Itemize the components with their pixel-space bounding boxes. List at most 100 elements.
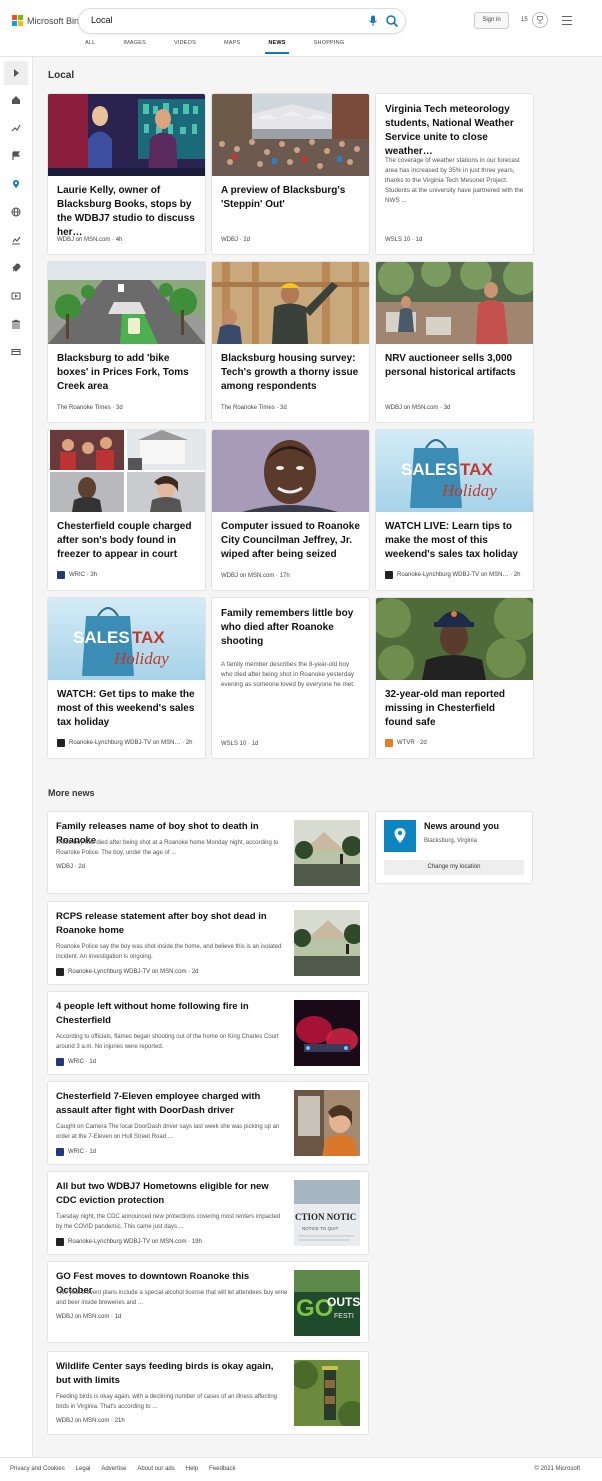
rewards-count[interactable]: 15 (521, 17, 528, 23)
news-card[interactable]: Blacksburg to add 'bike boxes' in Prices… (48, 262, 205, 422)
logo-text: Microsoft Bing (27, 15, 85, 26)
globe-icon[interactable] (11, 207, 21, 217)
news-card-title[interactable]: Family remembers little boy who died aft… (221, 607, 361, 649)
business-chart-icon[interactable] (11, 235, 21, 245)
news-image (48, 94, 205, 176)
more-news-snippet: Feeding birds is okay again, with a decl… (56, 1394, 278, 1410)
wdbj-logo-icon (385, 571, 393, 579)
rocket-icon[interactable] (11, 263, 21, 273)
news-image (212, 430, 369, 512)
tab-news[interactable]: NEWS (265, 40, 290, 54)
news-card[interactable]: Blacksburg housing survey: Tech's growth… (212, 262, 369, 422)
news-card-title[interactable]: NRV auctioneer sells 3,000 personal hist… (385, 352, 525, 380)
news-card[interactable]: Family remembers little boy who died aft… (212, 598, 369, 758)
news-image: SALES TAX Holiday (376, 430, 533, 512)
more-news-item[interactable]: All but two WDBJ7 Hometowns eligible for… (48, 1172, 368, 1254)
change-location-button[interactable]: Change my location (384, 860, 524, 875)
news-card-title[interactable]: Blacksburg to add 'bike boxes' in Prices… (57, 352, 197, 394)
svg-text:OUTS: OUTS (327, 1295, 360, 1309)
news-card[interactable]: Virginia Tech meteorology students, Nati… (376, 94, 533, 254)
more-news-source: WRIC · 1d (56, 1148, 96, 1156)
more-news-item[interactable]: Chesterfield 7-Eleven employee charged w… (48, 1082, 368, 1164)
footer-link-feedback[interactable]: Feedback (209, 1466, 235, 1472)
news-card[interactable]: A preview of Blacksburg's 'Steppin' Out'… (212, 94, 369, 254)
footer-link-legal[interactable]: Legal (76, 1466, 91, 1472)
more-news-thumbnail: CTION NOTIC NOTICE TO QUIT (294, 1180, 360, 1246)
news-card-source: WRIC · 3h (57, 571, 97, 579)
more-news-source: Roanoke-Lynchburg WDBJ-TV on MSN.com · 2… (56, 968, 199, 976)
news-card-title[interactable]: A preview of Blacksburg's 'Steppin' Out' (221, 184, 361, 212)
news-image (212, 262, 369, 344)
news-card[interactable]: SALES TAX Holiday WATCH: Get tips to mak… (48, 598, 205, 758)
more-news-item[interactable]: Wildlife Center says feeding birds is ok… (48, 1352, 368, 1434)
news-card-title[interactable]: Chesterfield couple charged after son's … (57, 520, 197, 562)
more-news-item[interactable]: Family releases name of boy shot to deat… (48, 812, 368, 893)
footer-link-help[interactable]: Help (186, 1466, 198, 1472)
more-news-snippet: According to officials, flames began sho… (56, 1034, 279, 1050)
news-card[interactable]: Laurie Kelly, owner of Blacksburg Books,… (48, 94, 205, 254)
more-news-snippet: Caught on Camera The local DoorDash driv… (56, 1124, 280, 1140)
search-box[interactable]: Local (79, 9, 405, 33)
svg-text:TAX: TAX (460, 460, 493, 479)
wtvr-logo-icon (385, 739, 393, 747)
more-news-title[interactable]: Wildlife Center says feeding birds is ok… (56, 1360, 288, 1388)
top-bar: Microsoft Bing Local Sign in 15 ALL IMAG… (0, 0, 602, 57)
flag-icon[interactable] (11, 151, 21, 161)
news-card-title[interactable]: Computer issued to Roanoke City Councilm… (221, 520, 361, 562)
more-news-title[interactable]: All but two WDBJ7 Hometowns eligible for… (56, 1180, 288, 1208)
more-news-title[interactable]: 4 people left without home following fir… (56, 1000, 288, 1028)
bing-logo[interactable]: Microsoft Bing (12, 15, 84, 26)
menu-icon[interactable] (562, 16, 572, 25)
footer-link-privacy[interactable]: Privacy and Cookies (10, 1466, 65, 1472)
news-card[interactable]: SALES TAX Holiday WATCH LIVE: Learn tips… (376, 430, 533, 590)
tab-images[interactable]: IMAGES (123, 40, 146, 46)
news-card[interactable]: Chesterfield couple charged after son's … (48, 430, 205, 590)
news-card-title[interactable]: Blacksburg housing survey: Tech's growth… (221, 352, 361, 394)
news-card-title[interactable]: 32-year-old man reported missing in Ches… (385, 688, 525, 730)
more-news-source: WDBJ · 2d (56, 864, 86, 870)
news-card-title[interactable]: Virginia Tech meteorology students, Nati… (385, 103, 525, 159)
search-icon[interactable] (385, 14, 399, 28)
tab-maps[interactable]: MAPS (224, 40, 240, 46)
microphone-icon[interactable] (366, 14, 380, 28)
news-card-source: Roanoke-Lynchburg WDBJ-TV on MSN… · 2h (57, 739, 193, 747)
politics-building-icon[interactable] (11, 319, 21, 329)
entertainment-icon[interactable] (11, 291, 21, 301)
tab-shopping[interactable]: SHOPPING (314, 40, 345, 46)
news-card-source: The Roanoke Times · 3d (221, 405, 287, 411)
sidebar-expand-button[interactable] (4, 61, 28, 85)
tab-all[interactable]: ALL (85, 40, 95, 46)
tab-videos[interactable]: VIDEOS (174, 40, 196, 46)
footer-link-about-ads[interactable]: About our ads (137, 1466, 174, 1472)
more-news-thumbnail (294, 1000, 360, 1066)
more-news-title[interactable]: Chesterfield 7-Eleven employee charged w… (56, 1090, 288, 1118)
news-image (48, 262, 205, 344)
money-card-icon[interactable] (11, 347, 21, 357)
news-card-source: WSLS 10 · 1d (221, 741, 259, 747)
more-news-item[interactable]: 4 people left without home following fir… (48, 992, 368, 1074)
news-card-snippet: A family member describes the 8-year-old… (221, 661, 355, 688)
news-card-title[interactable]: WATCH: Get tips to make the most of this… (57, 688, 197, 730)
scope-tabs: ALL IMAGES VIDEOS MAPS NEWS SHOPPING (85, 40, 372, 54)
more-news-item[interactable]: RCPS release statement after boy shot de… (48, 902, 368, 984)
more-news-title[interactable]: RCPS release statement after boy shot de… (56, 910, 288, 938)
microsoft-logo-icon (12, 15, 23, 26)
more-news-source: WDBJ on MSN.com · 1d (56, 1314, 122, 1320)
location-pin-icon[interactable] (11, 179, 21, 189)
more-news-item[interactable]: GO Fest moves to downtown Roanoke this O… (48, 1262, 368, 1342)
news-card-title[interactable]: WATCH LIVE: Learn tips to make the most … (385, 520, 525, 562)
news-card[interactable]: 32-year-old man reported missing in Ches… (376, 598, 533, 758)
search-input[interactable]: Local (91, 15, 113, 25)
more-news-snippet: Tuesday night, the CDC announced new pro… (56, 1214, 281, 1230)
news-card[interactable]: Computer issued to Roanoke City Councilm… (212, 430, 369, 590)
sign-in-button[interactable]: Sign in (474, 12, 509, 29)
wric-logo-icon (56, 1148, 64, 1156)
rewards-trophy-icon[interactable] (532, 12, 548, 28)
home-icon[interactable] (11, 95, 21, 105)
news-card-title[interactable]: Laurie Kelly, owner of Blacksburg Books,… (57, 184, 197, 240)
footer: Privacy and Cookies Legal Advertise Abou… (0, 1457, 602, 1481)
more-news-source: WDBJ on MSN.com · 21h (56, 1418, 125, 1424)
footer-link-advertise[interactable]: Advertise (101, 1466, 126, 1472)
news-card[interactable]: NRV auctioneer sells 3,000 personal hist… (376, 262, 533, 422)
trending-icon[interactable] (11, 123, 21, 133)
